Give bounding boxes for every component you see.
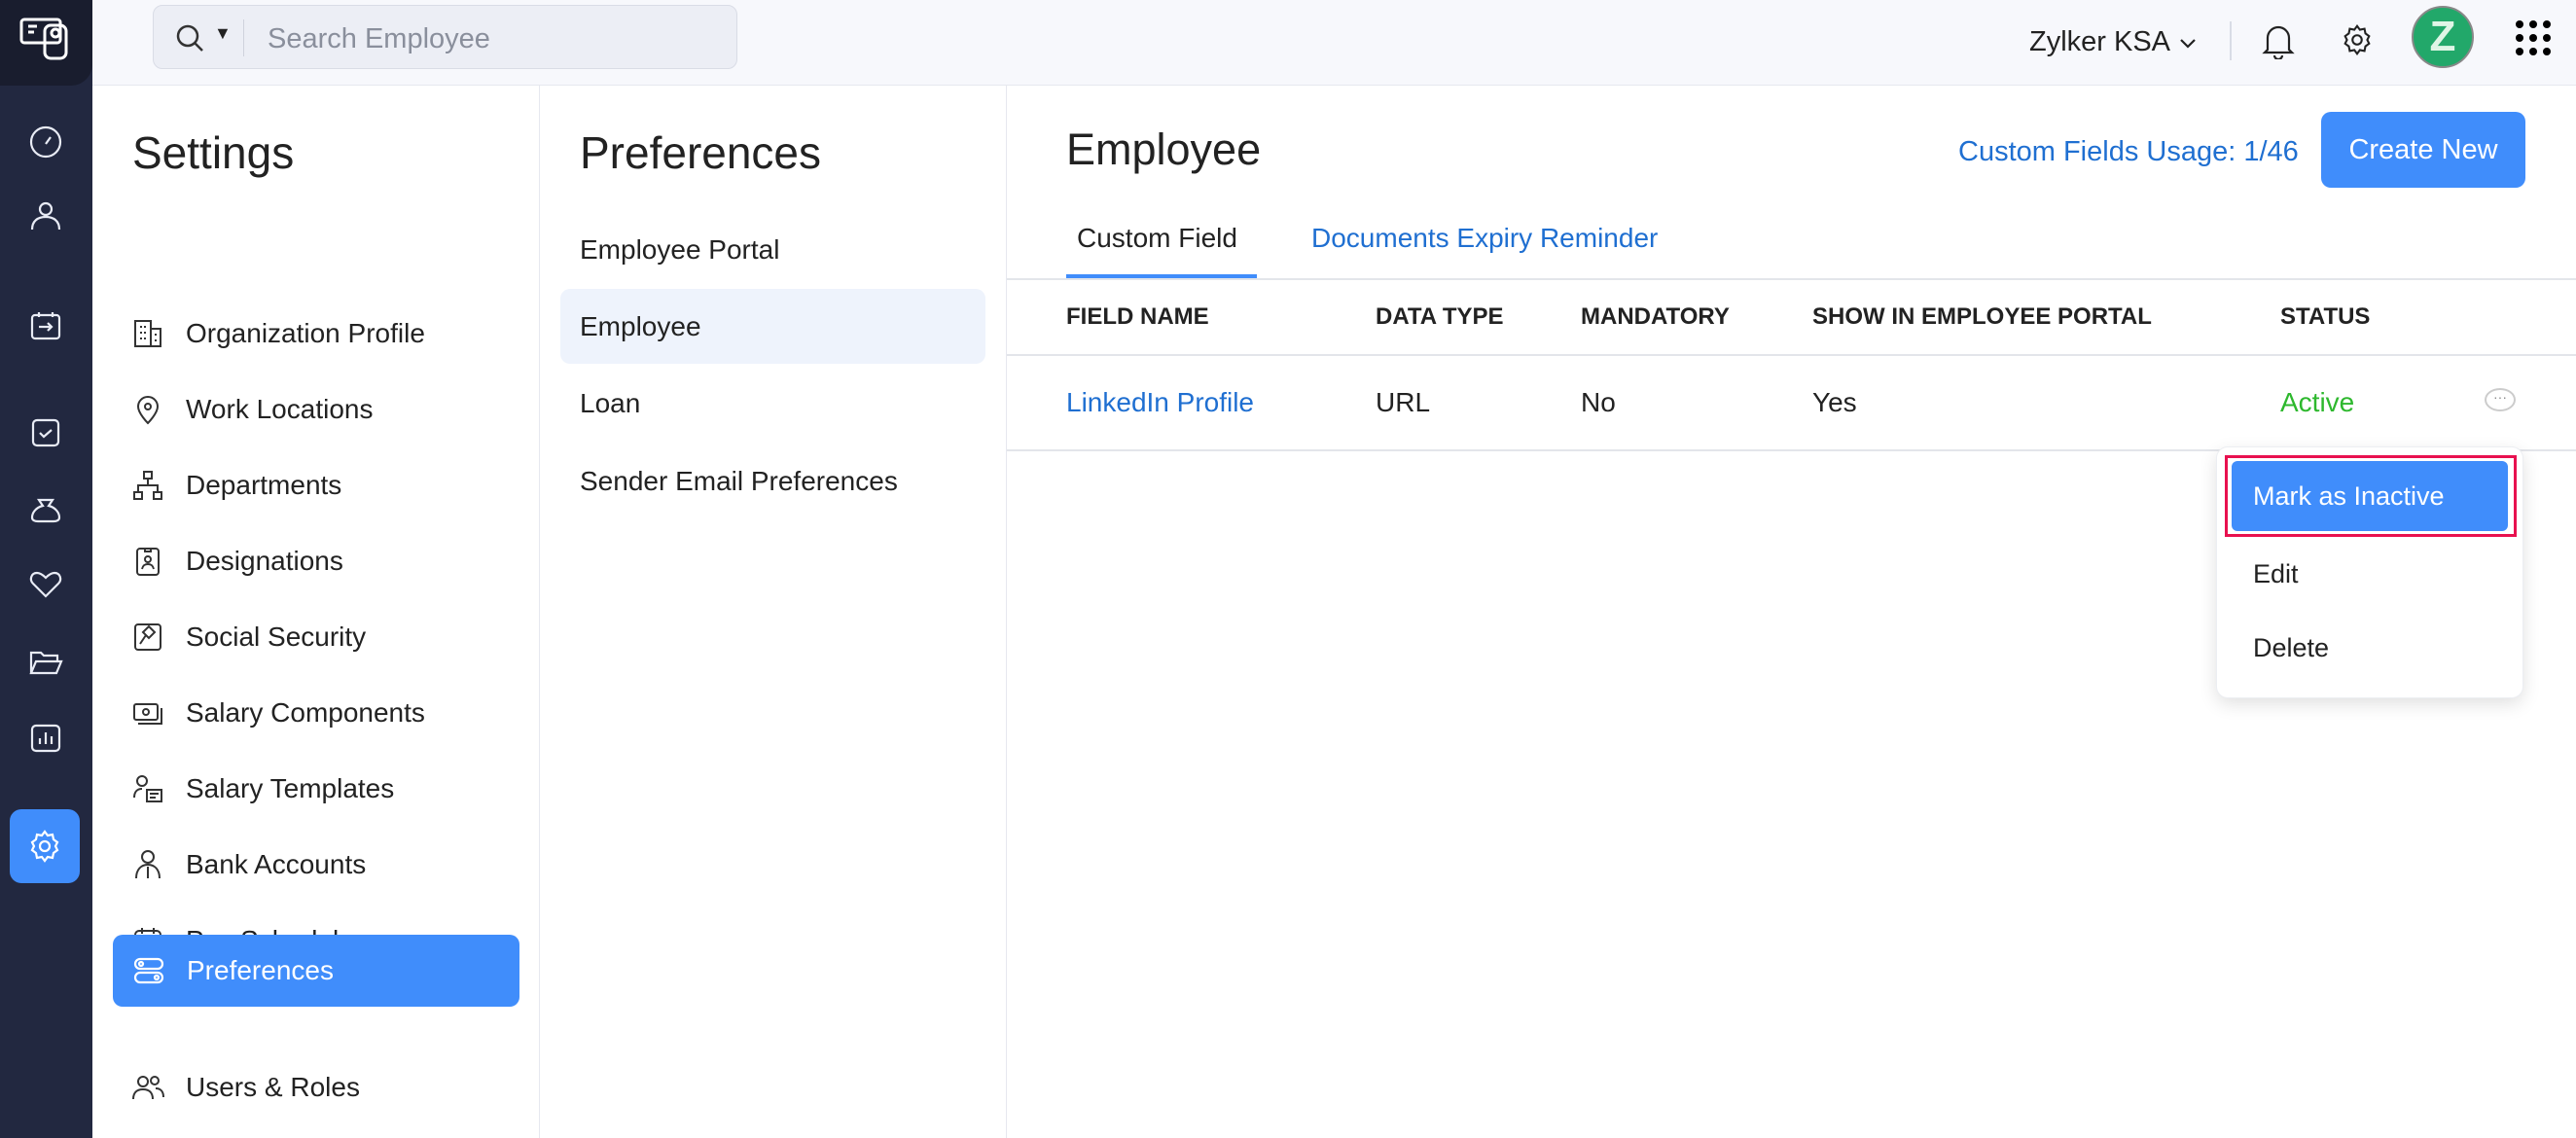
- toggles-icon: [133, 957, 164, 984]
- custom-fields-usage[interactable]: Custom Fields Usage: 1/46: [1958, 136, 2299, 168]
- data-type-cell: URL: [1376, 387, 1431, 417]
- money-icon: [133, 703, 162, 725]
- divider: [1007, 278, 2576, 280]
- pref-item-loan[interactable]: Loan: [580, 388, 640, 419]
- pref-item-sender-email[interactable]: Sender Email Preferences: [580, 466, 898, 497]
- sidebar-item-salary-components[interactable]: Salary Components: [131, 686, 425, 740]
- pref-item-employee[interactable]: Employee: [580, 311, 701, 342]
- settings-icon: [26, 828, 63, 865]
- sidebar-item-preferences[interactable]: Preferences: [113, 935, 519, 1007]
- sidebar-item-departments[interactable]: Departments: [131, 458, 341, 513]
- preferences-title: Preferences: [580, 127, 822, 178]
- approvals-icon[interactable]: [27, 414, 64, 451]
- logo-icon[interactable]: [0, 0, 92, 86]
- page-title: Employee: [1066, 124, 1262, 174]
- sidebar-item-label: Organization Profile: [186, 318, 425, 348]
- reports-icon[interactable]: [27, 720, 64, 757]
- pref-item-employee-portal[interactable]: Employee Portal: [580, 234, 779, 266]
- template-icon: [133, 775, 162, 802]
- menu-item-mark-inactive[interactable]: Mark as Inactive: [2232, 461, 2508, 531]
- dashboard-icon[interactable]: [27, 124, 64, 160]
- building-icon: [134, 320, 161, 347]
- create-new-button[interactable]: Create New: [2321, 112, 2525, 188]
- sidebar-item-organization-profile[interactable]: Organization Profile: [131, 306, 425, 361]
- row-actions-menu: Mark as Inactive Edit Delete: [2216, 446, 2523, 698]
- divider: [1007, 354, 2576, 356]
- sidebar-item-designations[interactable]: Designations: [131, 534, 343, 588]
- column-header-data-type: DATA TYPE: [1376, 303, 1504, 330]
- more-options-icon[interactable]: ···: [2485, 388, 2516, 411]
- users-icon: [132, 1076, 164, 1100]
- sidebar-item-label: Designations: [186, 546, 343, 576]
- sidebar-item-label: Social Security: [186, 622, 367, 652]
- benefits-icon[interactable]: [27, 566, 64, 603]
- sidebar-item-label: Preferences: [187, 955, 334, 985]
- field-name-link[interactable]: LinkedIn Profile: [1066, 387, 1254, 418]
- sidebar-item-label: Salary Templates: [186, 773, 395, 803]
- preferences-panel: Preferences Employee Portal Employee Loa…: [540, 86, 1007, 1138]
- location-pin-icon: [136, 396, 160, 425]
- menu-item-edit[interactable]: Edit: [2232, 539, 2508, 609]
- top-bar: ▼ Search Employee Zylker KSA Z: [92, 0, 2576, 86]
- sidebar-item-label: Bank Accounts: [186, 849, 367, 879]
- menu-item-delete[interactable]: Delete: [2232, 613, 2508, 683]
- tab-documents-expiry-reminder[interactable]: Documents Expiry Reminder: [1311, 223, 1658, 254]
- search-box[interactable]: ▼ Search Employee: [153, 5, 737, 69]
- column-header-mandatory: MANDATORY: [1581, 303, 1730, 330]
- payroll-icon[interactable]: [27, 490, 64, 527]
- gear-icon[interactable]: [2340, 22, 2375, 57]
- column-header-status: STATUS: [2280, 303, 2371, 330]
- tab-custom-field[interactable]: Custom Field: [1077, 223, 1237, 254]
- status-badge: Active: [2280, 387, 2355, 417]
- sidebar-item-label: Salary Components: [186, 697, 425, 728]
- org-switcher[interactable]: Zylker KSA: [2029, 26, 2170, 58]
- mandatory-cell: No: [1581, 387, 1616, 417]
- id-badge-icon: [136, 548, 160, 576]
- documents-icon[interactable]: [27, 644, 64, 681]
- chevron-down-icon[interactable]: [2178, 33, 2198, 53]
- bank-user-icon: [135, 850, 161, 879]
- sidebar-item-label: Departments: [186, 470, 342, 500]
- search-input[interactable]: Search Employee: [268, 23, 490, 55]
- divider: [243, 19, 244, 56]
- sidebar-item-label: Work Locations: [186, 394, 374, 424]
- sidebar-item-work-locations[interactable]: Work Locations: [131, 382, 373, 437]
- divider: [2230, 21, 2232, 60]
- app-grid-icon[interactable]: [2515, 19, 2552, 56]
- sidebar-item-social-security[interactable]: Social Security: [131, 610, 366, 664]
- column-header-show-in-portal: SHOW IN EMPLOYEE PORTAL: [1812, 303, 2152, 330]
- main-content: Employee Custom Fields Usage: 1/46 Creat…: [1007, 86, 2576, 1138]
- app-rail: [0, 0, 92, 1138]
- bell-icon[interactable]: [2262, 22, 2295, 59]
- leave-icon[interactable]: [27, 307, 64, 344]
- search-icon: [176, 24, 203, 52]
- column-header-field-name: FIELD NAME: [1066, 303, 1209, 330]
- sidebar-item-bank-accounts[interactable]: Bank Accounts: [131, 837, 366, 892]
- sidebar-item-label: Users & Roles: [186, 1072, 360, 1102]
- employees-icon[interactable]: [27, 198, 64, 235]
- chevron-down-icon[interactable]: ▼: [214, 23, 232, 44]
- settings-sidebar: Settings Organization Profile Work Locati…: [92, 86, 540, 1138]
- settings-nav-button[interactable]: [10, 809, 80, 883]
- settings-title: Settings: [132, 127, 295, 178]
- gavel-icon: [134, 623, 161, 651]
- sidebar-item-users-roles[interactable]: Users & Roles: [131, 1060, 360, 1115]
- sidebar-item-salary-templates[interactable]: Salary Templates: [131, 762, 394, 816]
- avatar[interactable]: Z: [2412, 6, 2474, 68]
- portal-cell: Yes: [1812, 387, 1857, 417]
- org-chart-icon: [133, 471, 162, 500]
